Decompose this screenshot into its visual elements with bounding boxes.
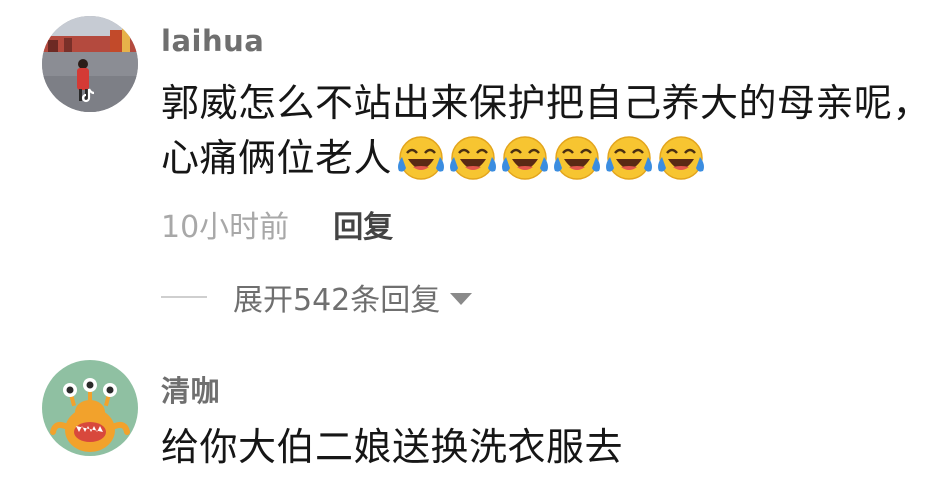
comment-text-line-1: 给你大伯二娘送换洗衣服去 <box>161 425 624 469</box>
comment-text-line-2: 心痛俩位老人 <box>161 136 393 180</box>
avatar[interactable] <box>42 360 138 456</box>
laughing-tears-emoji-icon <box>502 135 549 180</box>
comment-username[interactable]: laihua <box>161 24 264 58</box>
laughing-tears-emoji-icon <box>606 135 653 180</box>
comment-text-line-1: 郭威怎么不站出来保护把自己养大的母亲呢， <box>161 81 932 125</box>
comment-meta: 10小时前 回复 <box>161 202 393 246</box>
tiktok-photo-avatar-icon <box>42 16 138 112</box>
laughing-tears-emoji-icon <box>450 135 497 180</box>
comment-item: laihua 郭威怎么不站出来保护把自己养大的母亲呢， 心痛俩位老人 10小时前… <box>0 0 945 340</box>
green-monster-avatar-icon <box>42 360 138 456</box>
laughing-tears-emoji-icon <box>398 135 445 180</box>
comment-username[interactable]: 清咖 <box>161 368 220 410</box>
divider <box>161 296 207 298</box>
expand-replies-button[interactable]: 展开542条回复 <box>161 275 473 319</box>
reply-button[interactable]: 回复 <box>333 210 393 245</box>
comment-item: 清咖 给你大伯二娘送换洗衣服去 <box>0 340 945 483</box>
laughing-tears-emoji-icon <box>658 135 705 180</box>
avatar[interactable] <box>42 16 138 112</box>
comment-text-line-2-wrap: 心痛俩位老人 <box>161 135 708 186</box>
emoji-row <box>396 133 708 183</box>
chevron-down-icon <box>450 293 473 305</box>
comment-timestamp: 10小时前 <box>161 210 290 245</box>
laughing-tears-emoji-icon <box>554 135 601 180</box>
expand-replies-label: 展开542条回复 <box>233 283 441 318</box>
